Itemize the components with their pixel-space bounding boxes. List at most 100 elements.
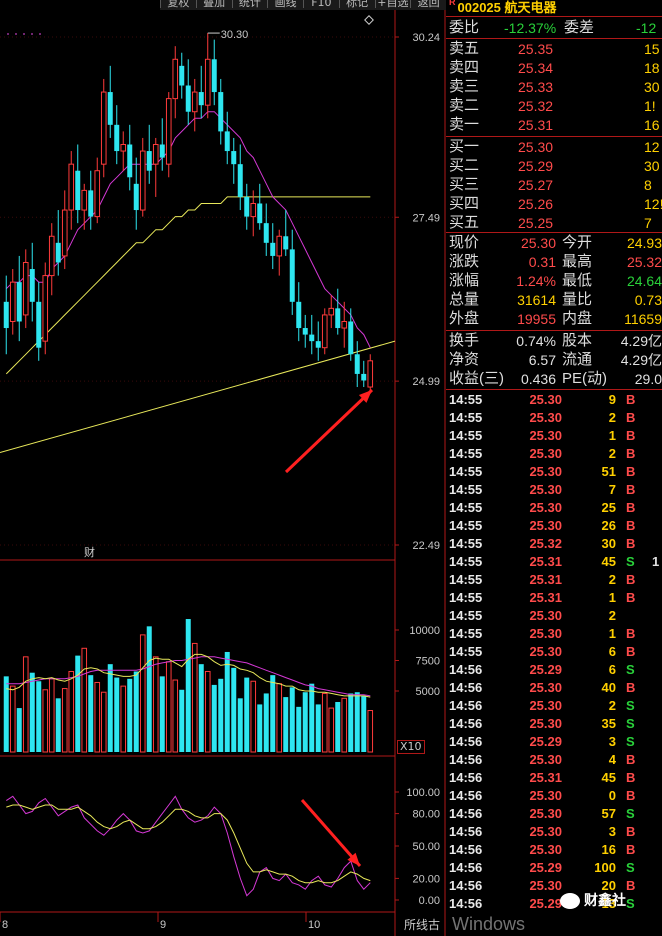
tick-time: 14:56 — [449, 716, 483, 731]
overlay-button[interactable]: 叠加 — [195, 0, 232, 8]
tick-row: 14:55 25.31 2 B — [446, 571, 662, 589]
tick-side: B — [626, 464, 636, 479]
bid-label: 买二 — [449, 157, 480, 174]
weibi-row: 委比 -12.37% 委差 -12 — [446, 19, 662, 37]
max-price-label: 30.30 — [221, 29, 249, 41]
price-axis-label: 27.49 — [412, 212, 440, 224]
divider — [446, 136, 662, 137]
diamond-icon — [364, 15, 374, 25]
marker-dot — [7, 33, 9, 35]
bid-volume: 12 — [644, 139, 660, 155]
bid-row: 买四 25.26 12! — [446, 195, 662, 213]
add-watchlist-button[interactable]: +自选 — [374, 0, 411, 8]
volume-bar — [237, 698, 243, 752]
tick-row: 14:56 25.30 57 S — [446, 805, 662, 823]
tick-volume: 0 — [608, 788, 616, 803]
tick-row: 14:56 25.30 40 B — [446, 679, 662, 697]
bid-price: 25.26 — [518, 196, 554, 212]
tick-time: 14:56 — [449, 806, 483, 821]
volume-bar — [36, 681, 42, 752]
candle-body — [146, 151, 152, 171]
tick-time: 14:56 — [449, 662, 483, 677]
bid-label: 买五 — [449, 214, 480, 231]
volume-bar — [152, 656, 159, 753]
tick-time: 14:55 — [449, 536, 483, 551]
kline-chart[interactable]: 30.24 27.49 24.99 22.49 30.30 10000 7500 5000 10… — [0, 0, 446, 936]
osc-axis-label: 20.00 — [412, 873, 440, 885]
volume-axis-label: 10000 — [409, 625, 440, 637]
stat-value: 25.30 — [520, 235, 556, 251]
volume-bar — [68, 670, 75, 753]
volume-bar — [185, 619, 191, 752]
candle-body — [321, 314, 328, 349]
candle-body — [42, 275, 49, 342]
candle-body — [361, 373, 367, 381]
tick-side: B — [626, 410, 636, 425]
volume-bar — [257, 704, 263, 752]
candle-body — [341, 320, 348, 329]
tick-price: 25.30 — [529, 788, 562, 803]
tick-volume: 45 — [601, 770, 616, 785]
candle-body — [244, 196, 250, 217]
rzrq-mark: R — [449, 0, 456, 7]
tick-price: 25.31 — [529, 770, 562, 785]
mark-button[interactable]: 标记 — [338, 0, 375, 8]
volume-bar — [198, 664, 204, 752]
volume-bar — [250, 680, 257, 753]
volume-bar — [29, 672, 35, 752]
tick-row: 14:56 25.30 4 B — [446, 751, 662, 769]
volume-bar — [88, 675, 94, 752]
ask-label: 卖三 — [449, 78, 480, 95]
candle-body — [198, 92, 204, 106]
info-label: 净资 — [449, 351, 480, 368]
volume-bar — [244, 677, 250, 752]
candle-body — [36, 301, 42, 348]
stat-row: 涨跌 0.31 最高 25.32 — [446, 253, 662, 271]
tick-side: B — [626, 770, 636, 785]
draw-line-button[interactable]: 画线 — [267, 0, 303, 8]
candle-body — [250, 202, 257, 218]
bottom-tab[interactable]: 所线古 — [404, 916, 440, 933]
candle-body — [114, 124, 120, 152]
tick-time: 14:56 — [449, 680, 483, 695]
tick-side: B — [626, 788, 636, 803]
volume-bar — [309, 683, 315, 752]
candle-body — [289, 249, 295, 302]
tick-volume: 25 — [601, 500, 616, 515]
bid-row: 买二 25.29 30 — [446, 157, 662, 175]
volume-bar — [289, 687, 295, 752]
info-value-2: 4.29亿 — [620, 333, 662, 349]
fuquan-button[interactable]: 复权 — [160, 0, 196, 8]
tick-price: 25.30 — [529, 644, 562, 659]
tick-time: 14:55 — [449, 518, 483, 533]
stat-value-2: 25.32 — [626, 254, 662, 270]
tick-row: 14:56 25.30 20 B — [446, 877, 662, 895]
stock-name: 航天电器 — [504, 0, 557, 15]
stats-button[interactable]: 统计 — [231, 0, 268, 8]
candle-body — [127, 144, 133, 178]
volume-bar — [341, 697, 348, 753]
candle-body — [159, 144, 165, 158]
finance-marker[interactable]: 财 — [84, 544, 95, 560]
volume-bar — [270, 675, 276, 752]
stat-row: 现价 25.30 今开 24.93 — [446, 234, 662, 252]
back-button[interactable]: 返回 — [410, 0, 446, 8]
volume-axis-label: 5000 — [416, 686, 440, 698]
tick-side: S — [626, 662, 635, 677]
tick-volume: 1 — [608, 626, 616, 641]
candle-body — [204, 58, 211, 106]
tick-row: 14:56 25.29 100 S — [446, 859, 662, 877]
info-value: 0.436 — [520, 371, 556, 387]
ask-row: 卖二 25.32 1! — [446, 97, 662, 115]
info-value-2: 29.0 — [634, 371, 662, 387]
candle-body — [218, 92, 224, 132]
stat-label-2: 最高 — [562, 253, 593, 270]
tick-time: 14:56 — [449, 788, 483, 803]
candle-body — [68, 163, 75, 211]
volume-bar — [335, 701, 341, 752]
tick-row: 14:55 25.31 45 S 1 — [446, 553, 662, 571]
bid-label: 买四 — [449, 195, 480, 212]
f10-button[interactable]: F10 — [303, 0, 339, 8]
volume-bar — [120, 685, 127, 753]
tick-time: 14:56 — [449, 770, 483, 785]
